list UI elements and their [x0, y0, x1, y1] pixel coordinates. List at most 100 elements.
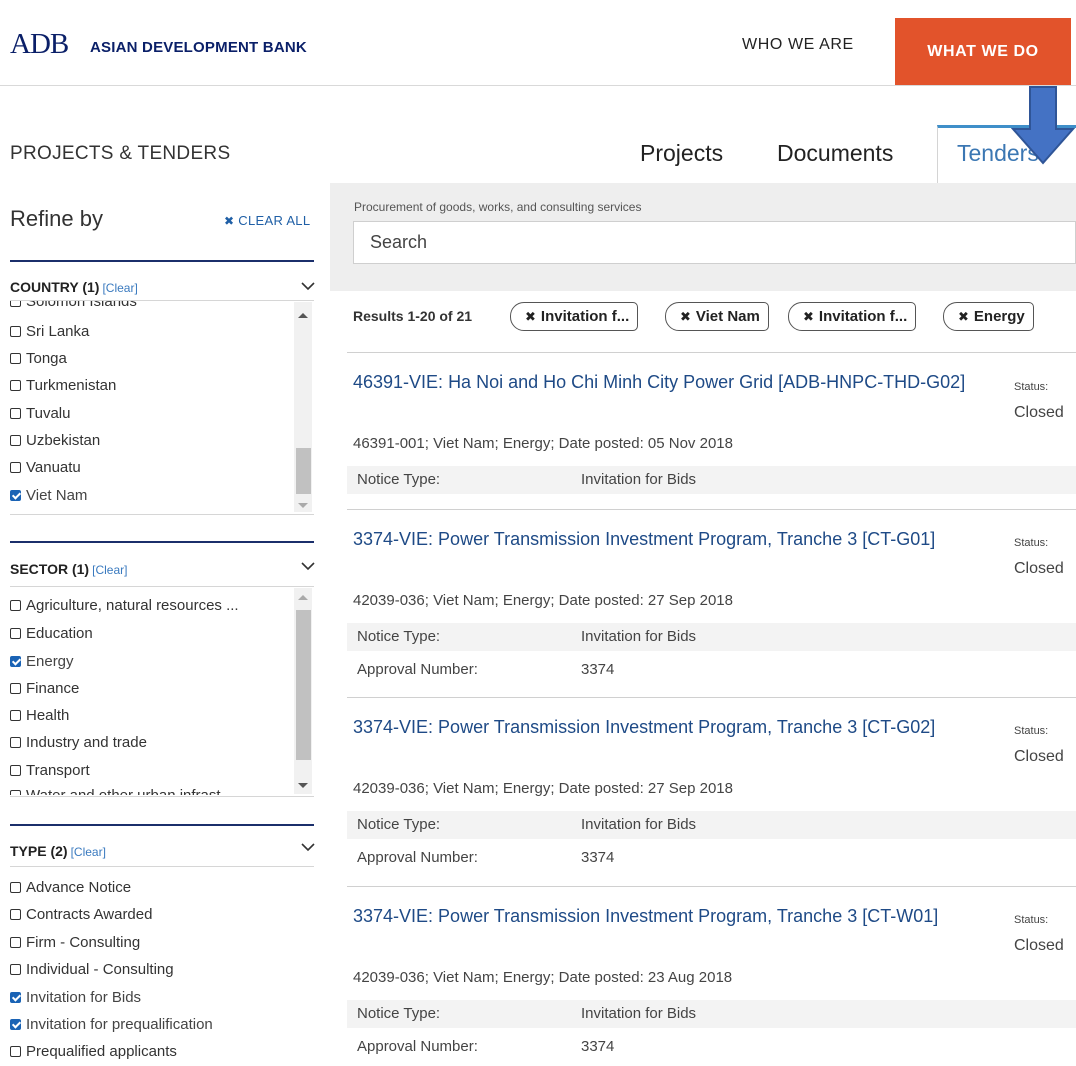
option-viet-nam[interactable]: Viet Nam — [10, 487, 87, 504]
option-uzbekistan[interactable]: Uzbekistan — [10, 432, 100, 449]
option-label: Water and other urban infrast... — [26, 787, 233, 795]
option-label: Education — [26, 625, 93, 642]
detail-key: Approval Number: — [357, 849, 478, 866]
result-title-link[interactable]: 3374-VIE: Power Transmission Investment … — [353, 903, 993, 929]
option-label: Agriculture, natural resources ... — [26, 597, 239, 614]
scroll-down-icon[interactable] — [298, 783, 308, 788]
result-meta: 42039-036; Viet Nam; Energy; Date posted… — [353, 780, 733, 797]
checkbox[interactable] — [10, 1046, 21, 1057]
search-box[interactable] — [353, 221, 1076, 264]
facet-header-country[interactable]: COUNTRY (1) [Clear] — [10, 279, 138, 295]
nav-what-we-do[interactable]: WHAT WE DO — [895, 18, 1071, 85]
facet-count: (2) — [50, 843, 68, 859]
adb-logo-text[interactable]: ASIAN DEVELOPMENT BANK — [90, 39, 307, 56]
option-industry-and-trade[interactable]: Industry and trade — [10, 734, 147, 751]
status-label: Status: — [1014, 914, 1049, 926]
option-label: Finance — [26, 680, 80, 697]
option-sri-lanka[interactable]: Sri Lanka — [10, 323, 89, 340]
option-tuvalu[interactable]: Tuvalu — [10, 405, 70, 422]
checkbox[interactable] — [10, 380, 21, 391]
search-input[interactable] — [354, 222, 1075, 263]
checkbox[interactable] — [10, 765, 21, 776]
checkbox[interactable] — [10, 600, 21, 611]
nav-who-we-are[interactable]: WHO WE ARE — [742, 36, 854, 54]
checkbox-checked[interactable] — [10, 1019, 21, 1030]
option-individual-consulting[interactable]: Individual - Consulting — [10, 961, 174, 978]
option-firm-consulting[interactable]: Firm - Consulting — [10, 934, 140, 951]
checkbox[interactable] — [10, 909, 21, 920]
option-health[interactable]: Health — [10, 707, 69, 724]
checkbox-checked[interactable] — [10, 656, 21, 667]
chip-label: Energy — [973, 308, 1025, 325]
option-advance-notice[interactable]: Advance Notice — [10, 879, 131, 896]
option-agriculture[interactable]: Agriculture, natural resources ... — [10, 597, 239, 614]
option-vanuatu[interactable]: Vanuatu — [10, 459, 81, 476]
filter-chip-invitation-for-prequalification[interactable]: ✖ Invitation f... — [788, 302, 917, 331]
facet-header-sector[interactable]: SECTOR (1) [Clear] — [10, 561, 127, 577]
facet-clear-link[interactable]: [Clear] — [71, 845, 106, 859]
checkbox-checked[interactable] — [10, 992, 21, 1003]
chip-label: Viet Nam — [695, 308, 760, 325]
checkbox[interactable] — [10, 937, 21, 948]
sector-scrollbar-thumb[interactable] — [296, 610, 311, 760]
checkbox[interactable] — [10, 408, 21, 419]
scroll-up-icon[interactable] — [298, 313, 308, 318]
remove-filter-icon: ✖ — [525, 309, 536, 324]
result-title-link[interactable]: 3374-VIE: Power Transmission Investment … — [353, 526, 993, 552]
option-finance[interactable]: Finance — [10, 680, 79, 697]
checkbox[interactable] — [10, 326, 21, 337]
checkbox[interactable] — [10, 628, 21, 639]
status-value: Closed — [1014, 748, 1064, 765]
facet-clear-link[interactable]: [Clear] — [102, 281, 137, 295]
facet-name: COUNTRY — [10, 279, 79, 295]
tab-projects[interactable]: Projects — [640, 140, 723, 167]
option-energy[interactable]: Energy — [10, 653, 74, 670]
checkbox[interactable] — [10, 710, 21, 721]
result-detail-row: Approval Number: 3374 — [347, 1033, 1076, 1061]
checkbox[interactable] — [10, 964, 21, 975]
results-count: Results 1-20 of 21 — [353, 308, 473, 324]
detail-key: Notice Type: — [357, 471, 441, 488]
facet-clear-link[interactable]: [Clear] — [92, 563, 127, 577]
filter-chip-energy[interactable]: ✖ Energy — [943, 302, 1034, 331]
checkbox[interactable] — [10, 462, 21, 473]
scroll-down-icon[interactable] — [298, 503, 308, 508]
option-solomon-islands[interactable]: Solomon Islands — [10, 301, 137, 310]
option-invitation-for-prequalification[interactable]: Invitation for prequalification — [10, 1016, 213, 1033]
chevron-down-icon[interactable] — [301, 561, 315, 571]
checkbox[interactable] — [10, 435, 21, 446]
checkbox[interactable] — [10, 353, 21, 364]
result-title-link[interactable]: 46391-VIE: Ha Noi and Ho Chi Minh City P… — [353, 369, 993, 395]
option-education[interactable]: Education — [10, 625, 93, 642]
checkbox[interactable] — [10, 790, 21, 795]
chevron-down-icon[interactable] — [301, 281, 315, 291]
result-title-link[interactable]: 3374-VIE: Power Transmission Investment … — [353, 714, 993, 740]
result-meta: 42039-036; Viet Nam; Energy; Date posted… — [353, 969, 733, 986]
checkbox-checked[interactable] — [10, 490, 21, 501]
option-label: Turkmenistan — [26, 377, 117, 394]
refine-by-heading: Refine by — [10, 206, 103, 231]
tab-documents[interactable]: Documents — [777, 140, 893, 167]
option-invitation-for-bids[interactable]: Invitation for Bids — [10, 989, 141, 1006]
facet-header-type[interactable]: TYPE (2) [Clear] — [10, 843, 106, 859]
option-transport[interactable]: Transport — [10, 762, 90, 779]
checkbox[interactable] — [10, 683, 21, 694]
facet-count: (1) — [82, 279, 100, 295]
option-tonga[interactable]: Tonga — [10, 350, 67, 367]
checkbox[interactable] — [10, 301, 21, 307]
option-turkmenistan[interactable]: Turkmenistan — [10, 377, 116, 394]
adb-logo-mark[interactable]: ADB — [10, 28, 69, 61]
checkbox[interactable] — [10, 737, 21, 748]
filter-chip-viet-nam[interactable]: ✖ Viet Nam — [665, 302, 769, 331]
chevron-down-icon[interactable] — [301, 842, 315, 852]
scroll-up-icon[interactable] — [298, 595, 308, 600]
nav-what-we-do-label: WHAT WE DO — [927, 42, 1039, 60]
clear-all-button[interactable]: ✖ CLEAR ALL — [224, 213, 310, 228]
option-prequalified-applicants[interactable]: Prequalified applicants — [10, 1043, 177, 1060]
checkbox[interactable] — [10, 882, 21, 893]
option-water-urban[interactable]: Water and other urban infrast... — [10, 787, 233, 795]
option-contracts-awarded[interactable]: Contracts Awarded — [10, 906, 152, 923]
filter-chip-invitation-for-bids[interactable]: ✖ Invitation f... — [510, 302, 639, 331]
facet-divider — [10, 541, 314, 543]
country-scrollbar-thumb[interactable] — [296, 448, 311, 494]
